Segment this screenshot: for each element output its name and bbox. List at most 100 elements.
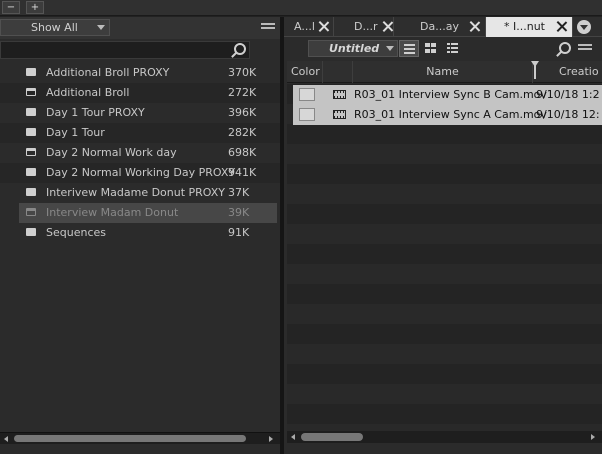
tab-label: * I...nut — [504, 20, 545, 33]
bin-name: Additional Broll — [46, 86, 130, 99]
bin-row[interactable]: Day 2 Normal Working Day PROXY 941K — [0, 163, 280, 183]
bin-row[interactable]: Additional Broll PROXY 370K — [0, 63, 280, 83]
close-icon[interactable] — [318, 21, 329, 32]
script-view-button[interactable] — [443, 40, 463, 57]
bin-list-panel: Show All Additional Broll PROXY 370K Add… — [0, 17, 280, 454]
collapse-button[interactable]: − — [2, 1, 20, 14]
bin-size: 698K — [228, 146, 257, 159]
column-header-color[interactable]: Color — [287, 61, 323, 83]
color-swatch[interactable] — [299, 108, 315, 121]
sort-line — [534, 65, 536, 79]
bin-open-icon — [26, 208, 36, 216]
bin-contents-panel: A...l D...r Da...ay * I...nut Untitled C… — [284, 17, 602, 454]
color-swatch[interactable] — [299, 88, 315, 101]
chevron-down-icon — [386, 46, 394, 51]
tab-bin-2[interactable]: D...r — [334, 17, 394, 37]
bin-search-row — [0, 39, 280, 61]
bin-row[interactable]: Day 2 Normal Work day 698K — [0, 143, 280, 163]
bin-size: 39K — [228, 206, 250, 219]
bin-closed-icon — [26, 128, 36, 136]
bin-size: 941K — [228, 166, 257, 179]
bin-name: Day 1 Tour PROXY — [46, 106, 145, 119]
bin-size: 37K — [228, 186, 250, 199]
bin-name: Interview Madam Donut — [46, 206, 179, 219]
bin-size: 370K — [228, 66, 257, 79]
bin-name: Sequences — [46, 226, 106, 239]
bin-name: Interivew Madame Donut PROXY — [46, 186, 226, 199]
scroll-left-icon[interactable] — [4, 436, 8, 442]
bin-row[interactable]: Additional Broll 272K — [0, 83, 280, 103]
bin-closed-icon — [26, 68, 36, 76]
bin-open-icon — [26, 88, 36, 96]
bin-size: 272K — [228, 86, 257, 99]
scrollbar-thumb[interactable] — [301, 433, 363, 441]
show-filter-value: Show All — [31, 21, 78, 34]
bin-search-input[interactable] — [0, 41, 250, 59]
tab-menu-icon[interactable] — [577, 20, 591, 34]
script-view-icon — [447, 43, 458, 53]
text-view-button[interactable] — [399, 40, 419, 57]
film-icon — [333, 90, 346, 99]
bin-size: 91K — [228, 226, 250, 239]
bin-row-selected[interactable]: Interview Madam Donut 39K — [19, 203, 277, 223]
menu-icon[interactable] — [261, 23, 275, 33]
bin-open-icon — [26, 148, 36, 156]
tab-bin-3[interactable]: Da...ay — [394, 17, 486, 37]
search-icon[interactable] — [559, 42, 571, 54]
clip-table: R03_01 Interview Sync B Cam.mov 9/10/18 … — [287, 84, 602, 432]
clip-name: R03_01 Interview Sync B Cam.mov — [354, 88, 547, 101]
bin-name: Day 1 Tour — [46, 126, 105, 139]
clip-table-header: Color Name Creatio — [287, 61, 602, 83]
tab-label: A...l — [294, 20, 315, 33]
close-icon[interactable] — [469, 21, 480, 32]
chevron-down-icon — [97, 25, 105, 30]
bin-row[interactable]: Day 1 Tour PROXY 396K — [0, 103, 280, 123]
bin-name-value: Untitled — [329, 42, 380, 55]
bin-toolbar: Untitled — [284, 38, 602, 60]
grid-view-icon — [425, 43, 436, 53]
column-header-icon[interactable] — [323, 61, 353, 83]
bin-size: 282K — [228, 126, 257, 139]
bin-name: Day 2 Normal Work day — [46, 146, 177, 159]
bin-row[interactable]: Interivew Madame Donut PROXY 37K — [0, 183, 280, 203]
clip-row[interactable]: R03_01 Interview Sync B Cam.mov 9/10/18 … — [293, 85, 602, 105]
scroll-right-icon[interactable] — [591, 434, 595, 440]
bin-name: Day 2 Normal Working Day PROXY — [46, 166, 236, 179]
bin-list-scrollbar[interactable] — [0, 432, 280, 444]
menu-icon[interactable] — [578, 44, 592, 54]
tab-label: D...r — [354, 20, 378, 33]
frame-view-button[interactable] — [421, 40, 441, 57]
column-header-creation[interactable]: Creatio — [537, 61, 602, 83]
bin-row[interactable]: Sequences 91K — [0, 223, 280, 243]
search-icon[interactable] — [234, 43, 246, 55]
list-view-icon — [404, 44, 415, 54]
bin-closed-icon — [26, 108, 36, 116]
clip-table-scrollbar[interactable] — [287, 431, 602, 443]
film-icon — [333, 110, 346, 119]
tab-bin-1[interactable]: A...l — [284, 17, 334, 37]
clip-creation-date: 9/10/18 12: — [536, 108, 600, 121]
clip-creation-date: 9/10/18 1:2 — [536, 88, 600, 101]
column-header-name[interactable]: Name — [353, 61, 533, 83]
bin-name: Additional Broll PROXY — [46, 66, 170, 79]
bin-name-dropdown[interactable]: Untitled — [308, 40, 398, 57]
scroll-left-icon[interactable] — [291, 434, 295, 440]
top-toolbar: − + — [0, 0, 602, 16]
expand-button[interactable]: + — [26, 1, 44, 14]
bin-closed-icon — [26, 188, 36, 196]
bin-closed-icon — [26, 168, 36, 176]
scroll-right-icon[interactable] — [269, 436, 273, 442]
tab-bin-4-active[interactable]: * I...nut — [486, 17, 573, 37]
close-icon[interactable] — [382, 21, 393, 32]
bin-closed-icon — [26, 228, 36, 236]
show-filter-dropdown[interactable]: Show All — [0, 19, 110, 36]
clip-row[interactable]: R03_01 Interview Sync A Cam.mov 9/10/18 … — [293, 105, 602, 125]
bin-list: Additional Broll PROXY 370K Additional B… — [0, 63, 280, 433]
clip-name: R03_01 Interview Sync A Cam.mov — [354, 108, 547, 121]
bin-tabs: A...l D...r Da...ay * I...nut — [284, 17, 602, 37]
tab-label: Da...ay — [420, 20, 459, 33]
bin-size: 396K — [228, 106, 257, 119]
bin-row[interactable]: Day 1 Tour 282K — [0, 123, 280, 143]
close-icon[interactable] — [556, 21, 567, 32]
scrollbar-thumb[interactable] — [14, 435, 246, 442]
